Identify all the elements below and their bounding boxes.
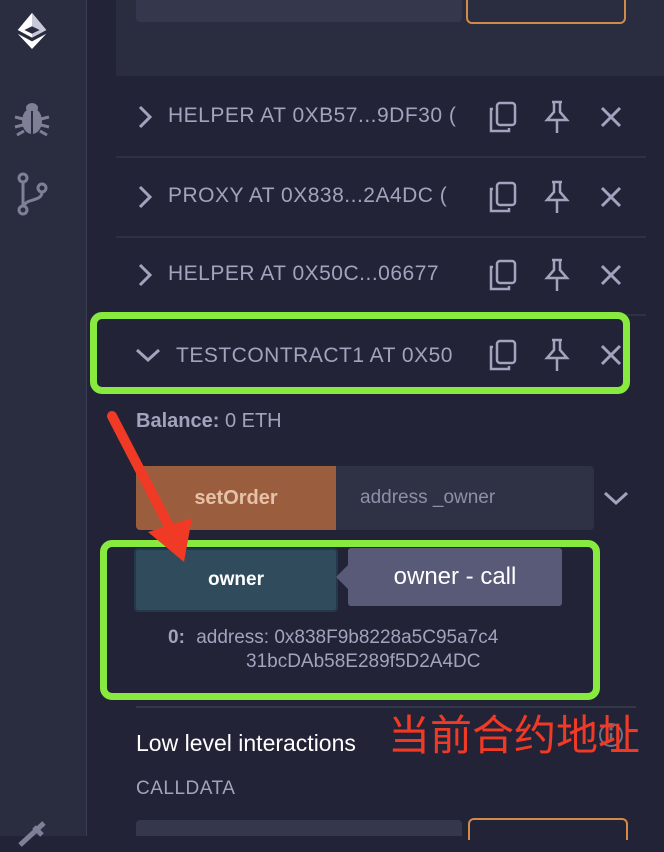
chevron-right-icon[interactable] xyxy=(134,105,156,129)
plugin-icon[interactable] xyxy=(12,812,52,852)
debugger-bug-icon[interactable] xyxy=(12,98,52,138)
contract-title: HELPER AT 0XB57...9DF30 ( xyxy=(168,104,457,127)
contract-row-proxy[interactable]: PROXY AT 0X838...2A4DC ( xyxy=(116,158,646,238)
highlight-box-contract-row xyxy=(90,312,630,394)
chevron-right-icon[interactable] xyxy=(134,185,156,209)
git-branch-icon[interactable] xyxy=(12,172,52,216)
contract-title: PROXY AT 0X838...2A4DC ( xyxy=(168,184,448,207)
pin-icon[interactable] xyxy=(540,258,574,292)
low-level-heading: Low level interactions xyxy=(136,730,356,756)
annotation-text: 当前合约地址 xyxy=(388,711,641,760)
close-icon[interactable] xyxy=(594,180,628,214)
contract-row-helper-1[interactable]: HELPER AT 0XB57...9DF30 ( xyxy=(116,78,646,158)
contract-title: HELPER AT 0X50C...06677 xyxy=(168,262,440,285)
transact-button[interactable] xyxy=(468,818,628,840)
red-arrow-annotation xyxy=(107,411,192,562)
remix-logo-icon[interactable] xyxy=(12,10,52,50)
copy-icon[interactable] xyxy=(486,100,520,134)
top-action-button[interactable] xyxy=(466,0,626,24)
close-icon[interactable] xyxy=(594,258,628,292)
icon-sidebar xyxy=(0,0,87,847)
contract-row-helper-2[interactable]: HELPER AT 0X50C...06677 xyxy=(116,236,646,316)
balance-value: 0 ETH xyxy=(224,410,282,432)
calldata-input[interactable] xyxy=(136,820,462,836)
pin-icon[interactable] xyxy=(540,180,574,214)
top-input-field[interactable] xyxy=(136,0,462,22)
calldata-label: CALLDATA xyxy=(136,778,236,799)
expand-params-chevron-icon[interactable] xyxy=(602,484,630,512)
setorder-address-input[interactable]: address _owner xyxy=(336,466,594,530)
top-partial-panel xyxy=(116,0,664,76)
pin-icon[interactable] xyxy=(540,100,574,134)
chevron-right-icon[interactable] xyxy=(134,263,156,287)
close-icon[interactable] xyxy=(594,100,628,134)
copy-icon[interactable] xyxy=(486,258,520,292)
copy-icon[interactable] xyxy=(486,180,520,214)
